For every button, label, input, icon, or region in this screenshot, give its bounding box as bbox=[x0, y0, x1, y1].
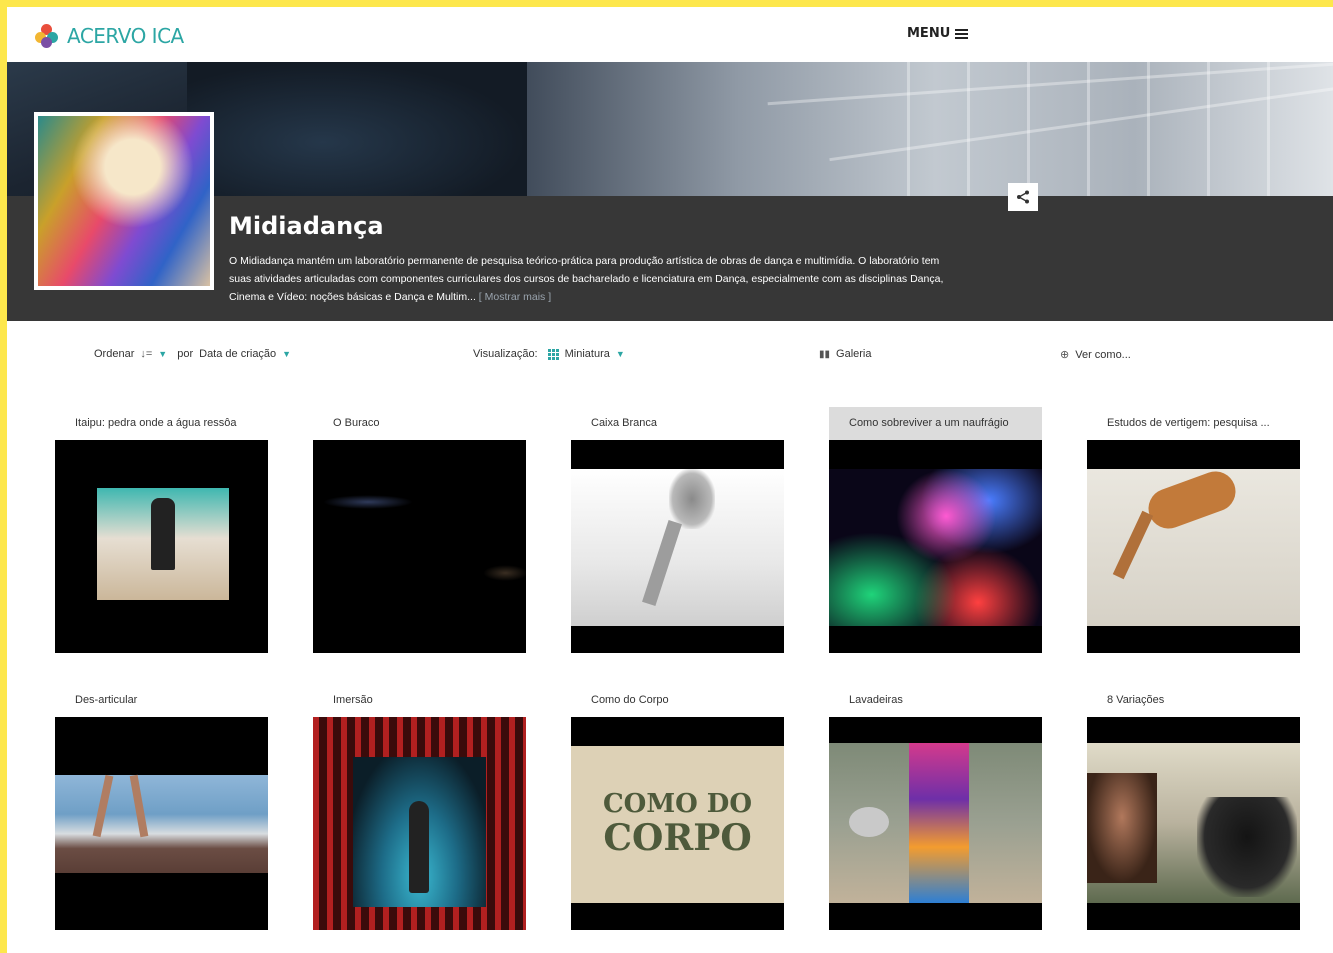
sort-order-icon[interactable]: ↓= bbox=[140, 348, 152, 360]
page-frame: ACERVO ICA MENU Midiadança O Midiadança … bbox=[7, 7, 1333, 953]
gallery-label: Galeria bbox=[836, 348, 872, 360]
collection-item[interactable]: Des-articular bbox=[55, 684, 268, 930]
chevron-down-icon[interactable]: ▼ bbox=[158, 349, 167, 359]
logo[interactable]: ACERVO ICA bbox=[35, 24, 184, 48]
item-title: 8 Variações bbox=[1107, 694, 1165, 706]
item-thumbnail[interactable] bbox=[313, 440, 526, 653]
item-title: O Buraco bbox=[333, 417, 380, 429]
gallery-button[interactable]: ▮▮ Galeria bbox=[819, 348, 871, 360]
view-mode-control: Visualização: Miniatura ▼ bbox=[473, 348, 625, 360]
collection-description-text: O Midiadança mantém um laboratório perma… bbox=[229, 255, 944, 303]
collection-item[interactable]: Lavadeiras bbox=[829, 684, 1042, 930]
hamburger-icon bbox=[955, 28, 969, 39]
sort-label: Ordenar bbox=[94, 348, 135, 360]
thumb-text-line1: COMO DO bbox=[602, 789, 753, 819]
thumb-text-line2: CORPO bbox=[603, 817, 752, 859]
collection-item[interactable]: O Buraco bbox=[313, 407, 526, 653]
view-as-icon: ⊕ bbox=[1060, 349, 1070, 361]
item-title: Imersão bbox=[333, 694, 373, 706]
item-thumbnail[interactable] bbox=[313, 717, 526, 930]
item-title: Des-articular bbox=[75, 694, 138, 706]
view-toolbar: Ordenar ↓= ▼ por Data de criação ▼ Visua… bbox=[7, 321, 1333, 387]
share-icon bbox=[1017, 190, 1029, 204]
chevron-down-icon[interactable]: ▼ bbox=[282, 349, 291, 359]
menu-button[interactable]: MENU bbox=[907, 26, 969, 41]
item-thumbnail[interactable] bbox=[829, 717, 1042, 930]
view-as-button[interactable]: ⊕ Ver como... bbox=[1060, 348, 1131, 362]
collection-item[interactable]: Como sobreviver a um naufrágio bbox=[829, 407, 1042, 653]
item-title: Lavadeiras bbox=[849, 694, 903, 706]
collection-thumbnail bbox=[34, 112, 214, 290]
view-mode-select[interactable]: Miniatura bbox=[565, 348, 610, 360]
collection-item[interactable]: Como do Corpo COMO DO CORPO bbox=[571, 684, 784, 930]
logo-text: ACERVO ICA bbox=[67, 24, 184, 48]
collection-item[interactable]: Caixa Branca bbox=[571, 407, 784, 653]
collection-title: Midiadança bbox=[229, 212, 384, 240]
sort-control: Ordenar ↓= ▼ por Data de criação ▼ bbox=[94, 348, 291, 360]
item-title: Como do Corpo bbox=[591, 694, 669, 706]
item-thumbnail[interactable]: COMO DO CORPO bbox=[571, 717, 784, 930]
grid-icon bbox=[547, 348, 559, 360]
item-title: Como sobreviver a um naufrágio bbox=[829, 407, 1042, 440]
chevron-down-icon[interactable]: ▼ bbox=[616, 349, 625, 359]
item-title: Estudos de vertigem: pesquisa ... bbox=[1107, 417, 1270, 429]
item-thumbnail[interactable] bbox=[829, 440, 1042, 653]
view-mode-label: Visualização: bbox=[473, 348, 538, 360]
collection-item[interactable]: Itaipu: pedra onde a água ressôa bbox=[55, 407, 268, 653]
item-title[interactable]: Itaipu: pedra onde a água ressôa bbox=[55, 407, 268, 440]
collection-item[interactable]: 8 Variações bbox=[1087, 684, 1300, 930]
item-thumbnail[interactable] bbox=[571, 440, 784, 653]
show-more-link[interactable]: [ Mostrar mais ] bbox=[479, 291, 551, 303]
collection-item[interactable]: Estudos de vertigem: pesquisa ... bbox=[1087, 407, 1300, 653]
item-thumbnail[interactable] bbox=[1087, 717, 1300, 930]
collection-item[interactable]: Imersão bbox=[313, 684, 526, 930]
top-bar: ACERVO ICA MENU bbox=[7, 7, 1333, 62]
item-thumbnail[interactable] bbox=[1087, 440, 1300, 653]
share-button[interactable] bbox=[1008, 183, 1038, 211]
sort-field-select[interactable]: Data de criação bbox=[199, 348, 276, 360]
collection-description: O Midiadança mantém um laboratório perma… bbox=[229, 252, 949, 306]
logo-icon bbox=[35, 24, 59, 48]
view-as-label: Ver como... bbox=[1075, 348, 1131, 361]
item-thumbnail[interactable] bbox=[55, 440, 268, 653]
sort-by-label: por bbox=[177, 348, 194, 360]
item-thumbnail[interactable] bbox=[55, 717, 268, 930]
menu-label: MENU bbox=[907, 26, 951, 41]
gallery-icon: ▮▮ bbox=[819, 348, 831, 360]
item-title: Caixa Branca bbox=[591, 417, 658, 429]
